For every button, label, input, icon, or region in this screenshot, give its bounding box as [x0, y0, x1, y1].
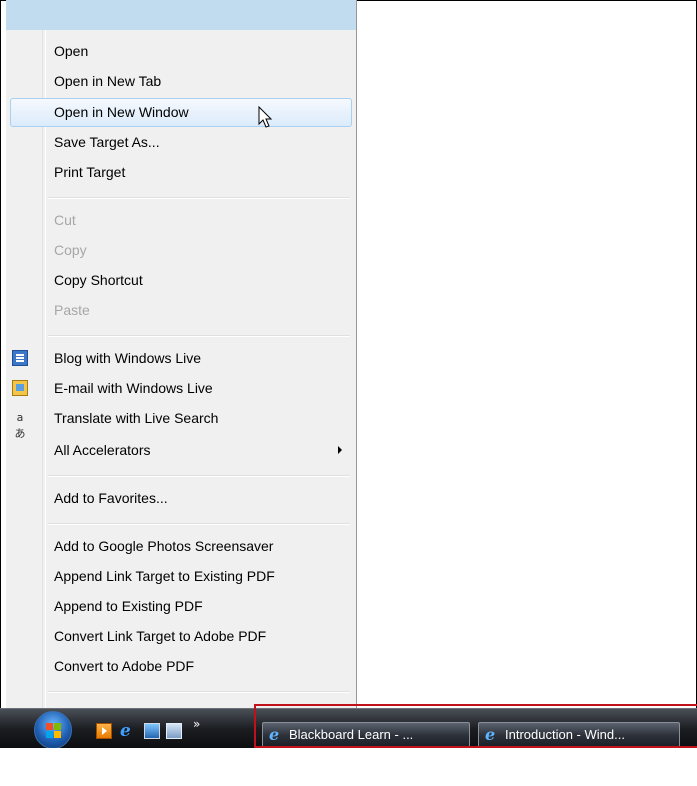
menu-item-label: Append Link Target to Existing PDF — [54, 568, 275, 584]
menu-item-label: Copy Shortcut — [54, 272, 143, 288]
menu-item-convert-to-pdf[interactable]: Convert to Adobe PDF — [10, 652, 352, 680]
menu-item-label: Append to Existing PDF — [54, 598, 203, 614]
menu-item-copy: Copy — [10, 236, 352, 264]
menu-item-paste: Paste — [10, 296, 352, 324]
menu-item-label: Translate with Live Search — [54, 410, 219, 426]
menu-item-label: Cut — [54, 212, 76, 228]
menu-item-label: Add to Google Photos Screensaver — [54, 538, 274, 554]
menu-item-print-target[interactable]: Print Target — [10, 158, 352, 186]
menu-item-copy-shortcut[interactable]: Copy Shortcut — [10, 266, 352, 294]
menu-item-all-accelerators[interactable]: All Accelerators — [10, 436, 352, 464]
menu-item-convert-link-target-pdf[interactable]: Convert Link Target to Adobe PDF — [10, 622, 352, 650]
menu-item-open-new-tab[interactable]: Open in New Tab — [10, 67, 352, 95]
menu-item-label: Print Target — [54, 164, 126, 180]
media-player-icon[interactable] — [96, 723, 112, 739]
menu-separator — [48, 335, 350, 337]
submenu-arrow-icon — [338, 446, 342, 454]
menu-separator — [48, 475, 350, 477]
menu-separator — [48, 523, 350, 525]
menu-item-label: Add to Favorites... — [54, 490, 168, 506]
menu-item-open[interactable]: Open — [10, 37, 352, 65]
context-menu: Open Open in New Tab Open in New Window … — [6, 0, 357, 739]
menu-item-save-target-as[interactable]: Save Target As... — [10, 128, 352, 156]
menu-item-label: All Accelerators — [54, 442, 151, 458]
quicklaunch-more-icon[interactable]: » — [193, 717, 200, 731]
menu-item-label: Save Target As... — [54, 134, 160, 150]
menu-item-google-photos-screensaver[interactable]: Add to Google Photos Screensaver — [10, 532, 352, 560]
menu-item-label: Copy — [54, 242, 87, 258]
annotation-highlight-box — [254, 704, 697, 748]
translate-icon: aあ — [14, 411, 26, 440]
start-button[interactable] — [34, 711, 72, 749]
switch-windows-icon[interactable] — [166, 723, 182, 739]
windows-logo-icon — [46, 723, 62, 739]
menu-item-label: Open in New Window — [54, 104, 189, 120]
menu-item-translate-live-search[interactable]: aあ Translate with Live Search — [10, 404, 352, 440]
menu-item-label: Convert to Adobe PDF — [54, 658, 195, 674]
menu-item-label: Convert Link Target to Adobe PDF — [54, 628, 267, 644]
menu-item-label: Open in New Tab — [54, 73, 162, 89]
menu-header-strip — [6, 0, 356, 30]
internet-explorer-icon[interactable]: e — [120, 723, 136, 740]
menu-item-label: E-mail with Windows Live — [54, 380, 213, 396]
menu-item-label: Open — [54, 43, 89, 59]
menu-item-append-existing-pdf[interactable]: Append to Existing PDF — [10, 592, 352, 620]
email-icon — [12, 380, 28, 396]
menu-item-email-windows-live[interactable]: E-mail with Windows Live — [10, 374, 352, 402]
menu-item-cut: Cut — [10, 206, 352, 234]
menu-item-add-to-favorites[interactable]: Add to Favorites... — [10, 484, 352, 512]
menu-separator — [48, 197, 350, 199]
menu-item-append-link-target-pdf[interactable]: Append Link Target to Existing PDF — [10, 562, 352, 590]
menu-item-label: Blog with Windows Live — [54, 350, 202, 366]
menu-item-blog-windows-live[interactable]: Blog with Windows Live — [10, 344, 352, 372]
menu-item-label: Paste — [54, 302, 90, 318]
menu-item-open-new-window[interactable]: Open in New Window — [10, 98, 352, 127]
show-desktop-icon[interactable] — [144, 723, 160, 739]
mouse-cursor-icon — [258, 106, 273, 128]
menu-separator — [48, 691, 350, 693]
blog-icon — [12, 350, 28, 366]
page-bottom-margin — [0, 748, 697, 786]
